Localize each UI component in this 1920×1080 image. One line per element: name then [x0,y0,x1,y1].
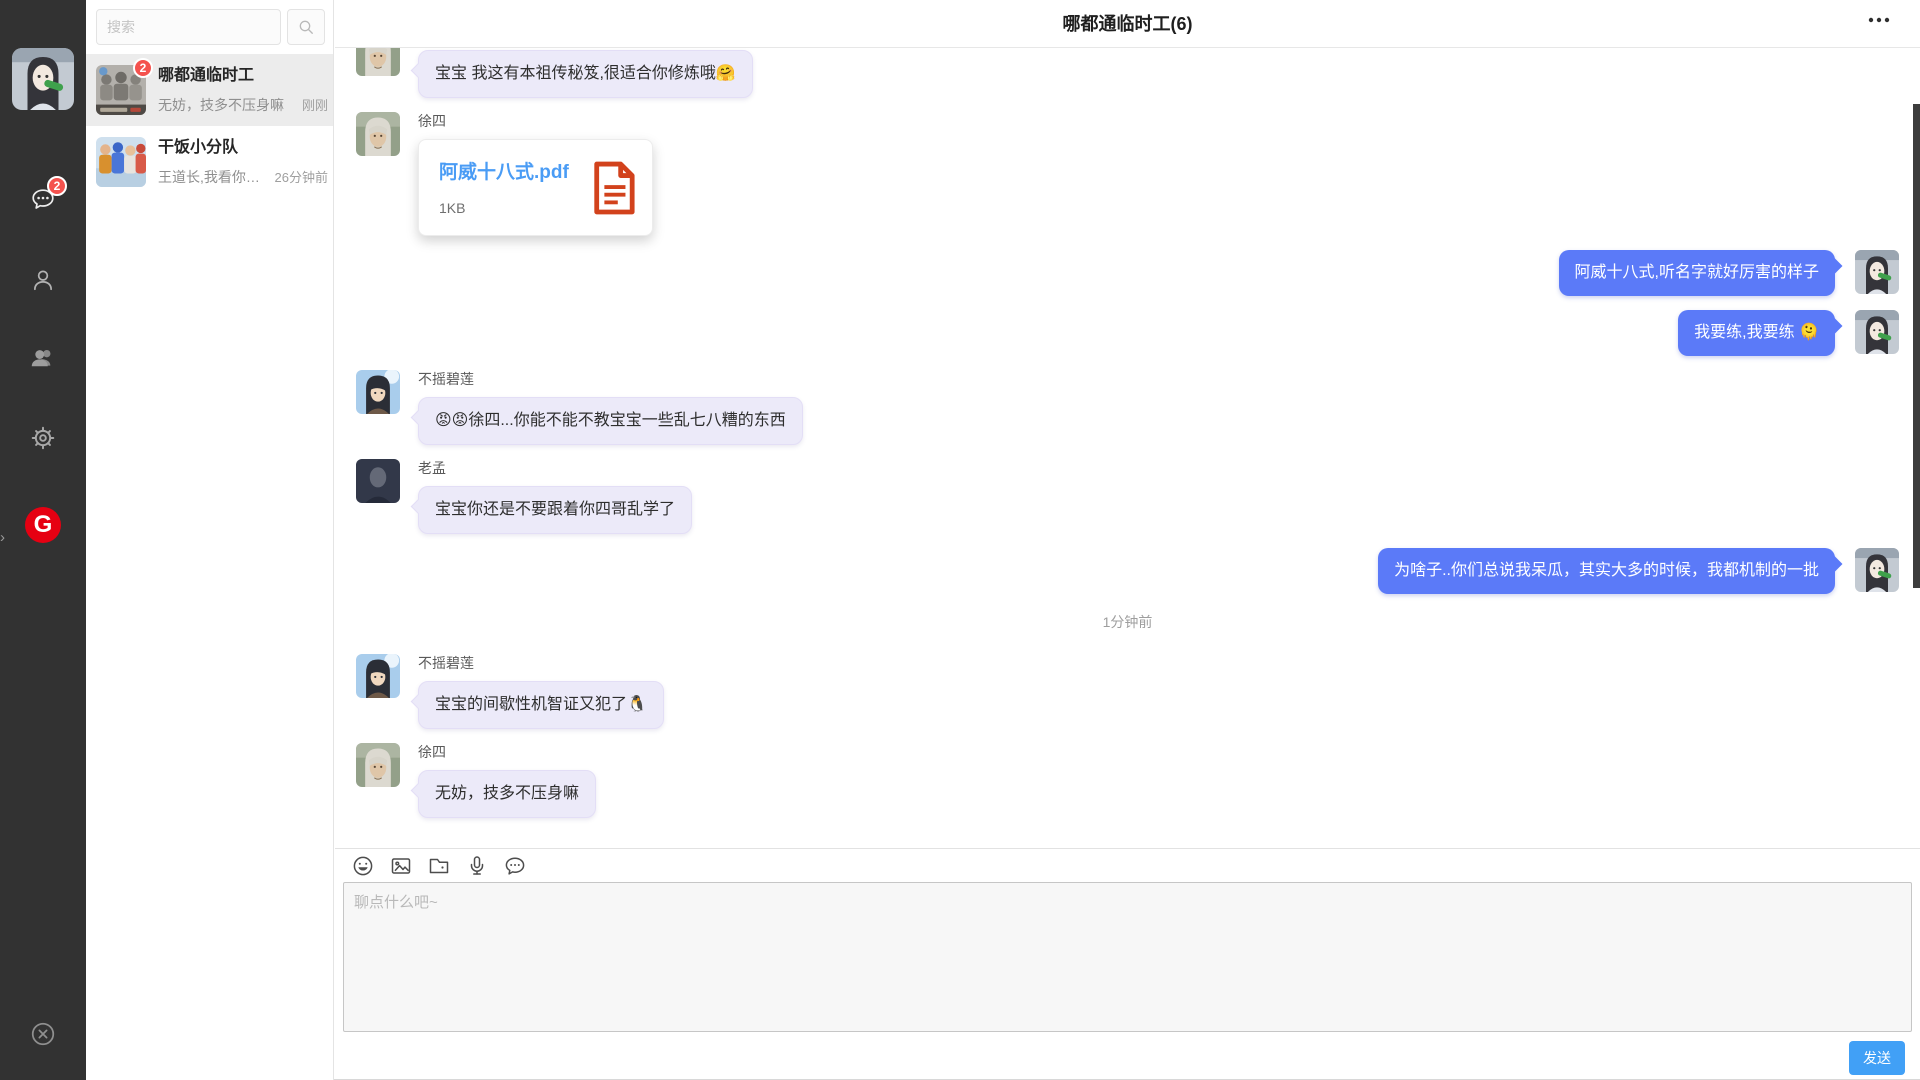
sender-name: 徐四 [418,113,446,130]
avatar-xusi[interactable] [356,48,400,76]
message-bubble: 阿威十八式,听名字就好厉害的样子 [1559,250,1835,296]
chat-panel: 哪都通临时工(6) 宝宝 我这有本祖传秘笈,很适合你修炼哦🤗 徐四 [335,0,1920,1079]
message-style-button[interactable] [500,851,530,881]
message-bubble: 宝宝 我这有本祖传秘笈,很适合你修炼哦🤗 [418,50,753,98]
close-circle-icon [29,1020,57,1048]
conversation-title: 哪都通临时工 [158,66,328,86]
search-bar [86,0,333,54]
sidebar-item-settings[interactable] [30,425,56,451]
message-row: 徐四 阿威十八式.pdf 1KB [356,112,1899,236]
message-input[interactable] [343,882,1912,1032]
avatar-baobao[interactable] [1855,548,1899,592]
app-logo-g[interactable]: G [25,507,61,543]
chat-dots-icon [503,854,527,878]
file-size: 1KB [439,200,590,216]
avatar-xusi[interactable] [356,112,400,156]
message-bubble: 为啥子..你们总说我呆瓜，其实大多的时候，我都机制的一批 [1378,548,1835,594]
avatar-baobao[interactable] [1855,310,1899,354]
conversation-list-panel: 2 哪都通临时工 无妨，技多不压身嘛 刚刚 干饭小分队 王道长,我看你才… 26… [86,0,334,1080]
chat-unread-badge: 2 [47,176,67,196]
message-bubble: 😡😡徐四...你能不能不教宝宝一些乱七八糟的东西 [418,397,803,445]
conversation-texts: 哪都通临时工 无妨，技多不压身嘛 刚刚 [158,66,328,115]
message-row: 为啥子..你们总说我呆瓜，其实大多的时候，我都机制的一批 [356,548,1899,594]
conversation-time: 26分钟前 [275,167,328,186]
composer-toolbar [335,849,1920,882]
unread-badge: 2 [133,58,153,78]
conversation-item[interactable]: 干饭小分队 王道长,我看你才… 26分钟前 [86,126,333,198]
folder-button[interactable] [424,851,454,881]
conversation-avatar: 2 [96,65,146,115]
conversation-time: 刚刚 [302,95,328,114]
image-button[interactable] [386,851,416,881]
panel-collapse-arrow[interactable]: › [0,530,5,545]
message-bubble: 宝宝你还是不要跟着你四哥乱学了 [418,486,692,534]
emoji-button[interactable] [348,851,378,881]
message-bubble: 我要练,我要练 🫠 [1678,310,1835,356]
time-divider: 1分钟前 [335,612,1920,632]
more-dots-icon [1868,16,1890,24]
avatar-baobao [12,48,74,110]
emoji-icon [351,854,375,878]
group-icon [30,345,56,371]
chat-header: 哪都通临时工(6) [335,0,1920,48]
sidebar-item-groups[interactable] [30,345,56,371]
scrollbar-thumb[interactable] [1913,104,1920,588]
conversation-title: 干饭小分队 [158,138,328,158]
avatar-xusi[interactable] [356,743,400,787]
person-icon [30,267,56,293]
conversation-texts: 干饭小分队 王道长,我看你才… 26分钟前 [158,138,328,187]
message-bubble: 无妨，技多不压身嘛 [418,770,596,818]
file-meta: 阿威十八式.pdf 1KB [439,158,590,235]
conversation-preview: 王道长,我看你才… [158,167,271,187]
sender-name: 徐四 [418,744,446,761]
chat-title: 哪都通临时工(6) [335,0,1920,48]
message-row: 我要练,我要练 🫠 [356,310,1899,356]
search-button[interactable] [287,9,325,45]
send-bar: 发送 [335,1032,1920,1079]
sidebar-item-chats[interactable]: 2 [30,187,56,213]
composer: 发送 [335,848,1920,1079]
microphone-icon [465,854,489,878]
voice-button[interactable] [462,851,492,881]
send-button[interactable]: 发送 [1849,1041,1905,1075]
profile-avatar[interactable] [12,48,74,110]
message-row: 不摇碧莲 😡😡徐四...你能不能不教宝宝一些乱七八糟的东西 [356,370,1899,445]
sender-name: 不摇碧莲 [418,371,474,388]
message-row: 老孟 宝宝你还是不要跟着你四哥乱学了 [356,459,1899,534]
sidebar-rail: 2 G [0,0,86,1080]
more-menu-button[interactable] [1864,12,1894,28]
file-card[interactable]: 阿威十八式.pdf 1KB [418,139,653,236]
conversation-item[interactable]: 2 哪都通临时工 无妨，技多不压身嘛 刚刚 [86,54,333,126]
message-row: 阿威十八式,听名字就好厉害的样子 [356,250,1899,296]
avatar-bilian[interactable] [356,370,400,414]
avatar-baobao[interactable] [1855,250,1899,294]
image-icon [389,854,413,878]
pdf-file-icon [590,160,636,216]
sidebar-item-contacts[interactable] [30,267,56,293]
message-row: 宝宝 我这有本祖传秘笈,很适合你修炼哦🤗 [356,50,1899,98]
gear-icon [30,425,56,451]
sender-name: 老孟 [418,460,446,477]
avatar-bilian[interactable] [356,654,400,698]
message-row: 徐四 无妨，技多不压身嘛 [356,743,1899,818]
conversation-avatar [96,137,146,187]
file-name: 阿威十八式.pdf [439,162,590,184]
app-window: 2 G [0,0,1920,1080]
close-button[interactable] [29,1020,57,1048]
message-bubble: 宝宝的间歇性机智证又犯了🐧 [418,681,664,729]
message-row: 不摇碧莲 宝宝的间歇性机智证又犯了🐧 [356,654,1899,729]
conversation-preview: 无妨，技多不压身嘛 [158,95,298,115]
avatar-laomeng[interactable] [356,459,400,503]
message-area: 宝宝 我这有本祖传秘笈,很适合你修炼哦🤗 徐四 阿威十八式.pdf 1KB [335,48,1920,848]
search-icon [296,17,316,37]
search-input[interactable] [96,9,281,45]
sender-name: 不摇碧莲 [418,655,474,672]
folder-icon [427,854,451,878]
avatar-group-ganfan [96,137,146,187]
